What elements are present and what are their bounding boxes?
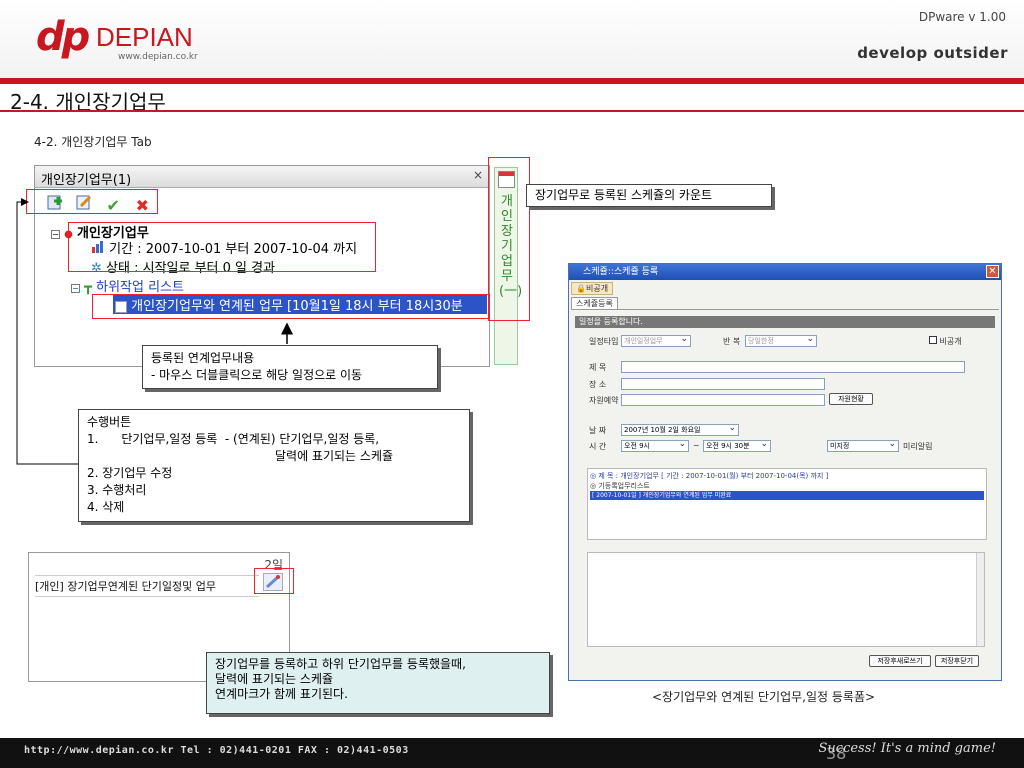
alarm-select[interactable]: 미지정 <box>827 439 899 452</box>
date-select[interactable]: 2007년 10월 2일 화요일 <box>621 423 739 436</box>
alarm-label: 미리알림 <box>903 442 933 451</box>
linked-task-box: ◎ 제 목 : 개인장기업무 [ 기간 : 2007-10-01(월) 부터 2… <box>587 468 987 540</box>
dialog-caption: <장기업무와 연계된 단기업무,일정 등록폼> <box>652 690 876 704</box>
buttons-callout-item3: 3. 수행처리 <box>87 483 147 497</box>
date-label: 날 짜 <box>589 426 607 435</box>
repeat-select[interactable]: 당일한정 <box>745 334 817 347</box>
time-label: 시 간 <box>589 442 607 451</box>
tab-divider <box>571 309 999 310</box>
footer-contact: http://www.depian.co.kr Tel : 02)441-020… <box>24 745 409 756</box>
private-toolbar-button[interactable]: 🔒비공개 <box>571 282 614 295</box>
save-and-close-button[interactable]: 저장후닫기 <box>935 655 979 667</box>
schedule-dialog: 스케쥴::스케쥴 등록 ✕ 🔒비공개 스케쥴등록 일정을 등록합니다. 일정타입… <box>568 263 1002 681</box>
linked-mark-highlight <box>254 568 294 594</box>
count-callout: 장기업무로 등록된 스케쥴의 카운트 <box>526 184 772 207</box>
private-checkbox[interactable] <box>929 336 937 344</box>
memo-scrollbar[interactable] <box>976 553 984 646</box>
subject-input[interactable] <box>621 361 965 373</box>
place-input[interactable] <box>621 378 825 390</box>
calendar-entry[interactable]: [개인] 장기업무연계된 단기일정및 업무 <box>35 575 259 597</box>
resource-label: 자원예약 <box>589 396 619 405</box>
linked-callout: 등록된 연계업무내용 - 마우스 더블클릭으로 해당 일정으로 이동 <box>142 345 438 389</box>
memo-textarea[interactable] <box>587 552 985 647</box>
dialog-titlebar: 스케쥴::스케쥴 등록 ✕ <box>569 264 1001 280</box>
resource-status-button[interactable]: 자원현황 <box>829 393 873 405</box>
lock-icon: 🔒 <box>576 284 586 293</box>
time-start-select[interactable]: 오전 9시 <box>621 439 689 452</box>
type-label: 일정타입 <box>589 337 619 346</box>
linked-list-item[interactable]: [ 2007-10-01일 ] 개인장기업무와 연계된 업무 미완료 <box>590 491 984 500</box>
linked-task-title: ◎ 제 목 : 개인장기업무 [ 기간 : 2007-10-01(월) 부터 2… <box>590 472 829 480</box>
calendar-callout-line3: 연계마크가 함께 표기된다. <box>215 687 348 701</box>
time-end-select[interactable]: 오전 9시 30분 <box>703 439 771 452</box>
private-checkbox-row[interactable]: 비공개 <box>929 336 962 347</box>
repeat-label: 반 복 <box>723 337 741 346</box>
linked-callout-line1: 등록된 연계업무내용 <box>151 351 255 365</box>
place-label: 장 소 <box>589 380 607 389</box>
linked-list-label: ◎ 기등록업무리스트 <box>590 482 650 490</box>
buttons-callout-item4: 4. 삭제 <box>87 500 125 514</box>
footer-slogan: Success! It's a mind game! <box>818 741 996 756</box>
buttons-callout-item2: 2. 장기업무 수정 <box>87 466 173 480</box>
dialog-close-button[interactable]: ✕ <box>986 265 999 278</box>
time-separator: ~ <box>693 441 700 450</box>
save-and-new-button[interactable]: 저장후새로쓰기 <box>869 655 931 667</box>
buttons-callout-title: 수행버튼 <box>87 415 132 429</box>
calendar-callout-line2: 달력에 표기되는 스케쥴 <box>215 672 334 686</box>
calendar-callout: 장기업무를 등록하고 하위 단기업무를 등록했을때, 달력에 표기되는 스케쥴 … <box>206 652 550 714</box>
count-callout-text: 장기업무로 등록된 스케쥴의 카운트 <box>535 188 713 202</box>
private-checkbox-label: 비공개 <box>939 337 962 346</box>
buttons-callout-item1b: 달력에 표기되는 스케쥴 <box>275 449 394 463</box>
tab-schedule-register[interactable]: 스케쥴등록 <box>571 297 618 309</box>
type-select[interactable]: 개인일정업무 <box>621 334 691 347</box>
dialog-section-header: 일정을 등록합니다. <box>575 316 995 328</box>
calendar-callout-line1: 장기업무를 등록하고 하위 단기업무를 등록했을때, <box>215 657 466 671</box>
buttons-callout-item1: 1. 단기업무,일정 등록 - (연계된) 단기업무,일정 등록, <box>87 432 380 446</box>
resource-input[interactable] <box>621 394 825 406</box>
subject-label: 제 목 <box>589 363 607 372</box>
buttons-callout: 수행버튼 1. 단기업무,일정 등록 - (연계된) 단기업무,일정 등록, 달… <box>78 409 470 522</box>
dialog-title: 스케쥴::스케쥴 등록 <box>583 267 659 277</box>
linked-callout-line2: - 마우스 더블클릭으로 해당 일정으로 이동 <box>151 368 363 382</box>
